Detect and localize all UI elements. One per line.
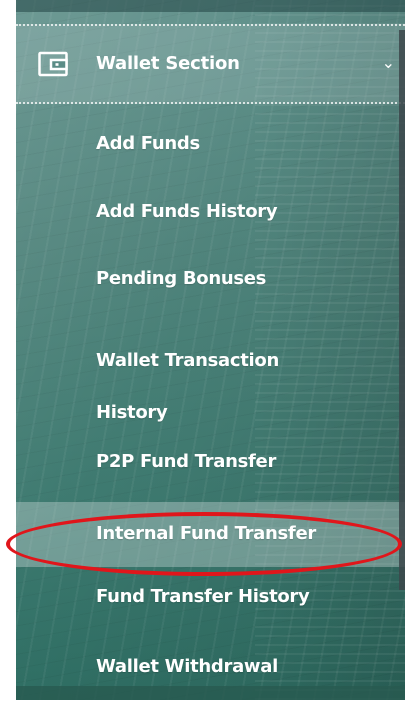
wallet-section-label: Wallet Section bbox=[96, 53, 240, 74]
menu-scrollbar[interactable] bbox=[399, 30, 405, 590]
wallet-icon bbox=[38, 51, 68, 77]
menu-item-pending-bonuses[interactable]: Pending Bonuses bbox=[16, 242, 405, 310]
menu-item-label: Pending Bonuses bbox=[96, 268, 267, 289]
menu-item-p2p-fund-transfer[interactable]: P2P Fund Transfer bbox=[16, 418, 405, 502]
top-divider-bar bbox=[16, 0, 405, 12]
menu-item-label: Internal Fund Transfer bbox=[96, 523, 316, 544]
menu-item-label: Wallet Withdrawal bbox=[96, 656, 278, 677]
wallet-menu-panel: Wallet Section ⌄ Add Funds Add Funds His… bbox=[16, 0, 405, 700]
chevron-down-icon[interactable]: ⌄ bbox=[382, 52, 395, 74]
menu-item-fund-transfer-history[interactable]: Fund Transfer History bbox=[16, 567, 405, 637]
menu-item-add-funds[interactable]: Add Funds bbox=[16, 104, 405, 174]
menu-item-label: Add Funds bbox=[96, 133, 200, 154]
menu-item-wallet-withdrawal[interactable]: Wallet Withdrawal bbox=[16, 637, 405, 700]
wallet-section-header[interactable]: Wallet Section ⌄ bbox=[16, 24, 405, 104]
menu-item-label: Add Funds History bbox=[96, 201, 278, 222]
menu-item-label: Fund Transfer History bbox=[96, 586, 310, 607]
menu-item-internal-fund-transfer[interactable]: Internal Fund Transfer bbox=[16, 502, 405, 567]
menu-item-label: P2P Fund Transfer bbox=[96, 451, 277, 472]
menu-item-add-funds-history[interactable]: Add Funds History bbox=[16, 174, 405, 242]
menu-item-wallet-transaction-history[interactable]: Wallet Transaction History bbox=[16, 310, 405, 423]
